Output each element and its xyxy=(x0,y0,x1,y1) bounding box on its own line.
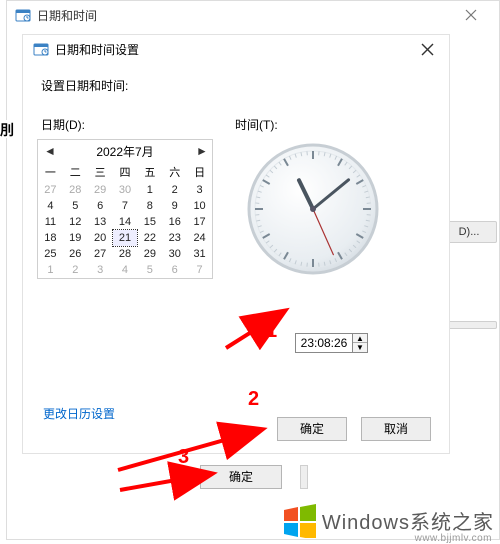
spin-down-button[interactable]: ▼ xyxy=(353,343,367,352)
calendar-day: 5 xyxy=(137,262,162,278)
calendar-icon xyxy=(33,41,49,57)
calendar-icon xyxy=(15,7,31,23)
time-label: 时间(T): xyxy=(235,116,278,133)
analog-clock xyxy=(243,139,383,279)
close-icon[interactable] xyxy=(451,4,491,26)
calendar-day[interactable]: 2 xyxy=(162,182,187,198)
calendar-day[interactable]: 9 xyxy=(162,198,187,214)
calendar-day[interactable]: 1 xyxy=(137,182,162,198)
calendar-day[interactable]: 31 xyxy=(187,246,212,262)
calendar[interactable]: ◄ 2022年7月 ► 一二三四五六日272829301234567891011… xyxy=(37,139,213,279)
calendar-day[interactable]: 10 xyxy=(187,198,212,214)
calendar-day: 3 xyxy=(88,262,113,278)
datetime-settings-dialog: 日期和时间设置 设置日期和时间: 日期(D): 时间(T): ◄ 2022年7月… xyxy=(22,34,450,454)
calendar-day[interactable]: 15 xyxy=(137,214,162,230)
watermark-text: Windows系统之家 xyxy=(322,506,494,535)
ok-button[interactable]: 确定 xyxy=(277,417,347,441)
calendar-dow: 五 xyxy=(137,162,162,182)
calendar-day[interactable]: 30 xyxy=(162,246,187,262)
prompt-text: 设置日期和时间: xyxy=(41,77,449,94)
outer-ok-button[interactable]: 确定 xyxy=(200,465,282,489)
calendar-day: 28 xyxy=(63,182,88,198)
calendar-day[interactable]: 8 xyxy=(137,198,162,214)
watermark-sub: www.bjjmlv.com xyxy=(415,533,492,544)
calendar-day[interactable]: 13 xyxy=(88,214,113,230)
outer-button-stub xyxy=(300,465,308,489)
calendar-day: 1 xyxy=(38,262,63,278)
spin-up-button[interactable]: ▲ xyxy=(353,334,367,343)
calendar-dow: 三 xyxy=(88,162,113,182)
calendar-day[interactable]: 14 xyxy=(113,214,138,230)
outer-title-text: 日期和时间 xyxy=(37,7,97,24)
calendar-header[interactable]: 2022年7月 xyxy=(96,143,153,160)
calendar-day[interactable]: 21 xyxy=(113,230,138,246)
calendar-dow: 六 xyxy=(162,162,187,182)
calendar-day[interactable]: 3 xyxy=(187,182,212,198)
calendar-day: 2 xyxy=(63,262,88,278)
truncated-label: 刖 xyxy=(0,120,16,138)
calendar-day[interactable]: 20 xyxy=(88,230,113,246)
calendar-day[interactable]: 26 xyxy=(63,246,88,262)
calendar-day[interactable]: 23 xyxy=(162,230,187,246)
next-month-button[interactable]: ► xyxy=(196,144,206,158)
calendar-day[interactable]: 4 xyxy=(38,198,63,214)
calendar-day[interactable]: 17 xyxy=(187,214,212,230)
calendar-day[interactable]: 19 xyxy=(63,230,88,246)
prev-month-button[interactable]: ◄ xyxy=(44,144,54,158)
time-spinner[interactable]: ▲ ▼ xyxy=(353,333,368,353)
calendar-dow: 四 xyxy=(113,162,138,182)
dialog-titlebar: 日期和时间设置 xyxy=(23,35,449,63)
calendar-day[interactable]: 11 xyxy=(38,214,63,230)
calendar-day[interactable]: 24 xyxy=(187,230,212,246)
calendar-day[interactable]: 27 xyxy=(88,246,113,262)
change-calendar-link[interactable]: 更改日历设置 xyxy=(43,405,115,422)
calendar-day[interactable]: 16 xyxy=(162,214,187,230)
calendar-day[interactable]: 22 xyxy=(137,230,162,246)
calendar-day[interactable]: 7 xyxy=(113,198,138,214)
calendar-day[interactable]: 28 xyxy=(113,246,138,262)
time-input[interactable]: 23:08:26 xyxy=(295,333,353,353)
calendar-day: 6 xyxy=(162,262,187,278)
calendar-day[interactable]: 5 xyxy=(63,198,88,214)
windows-logo-icon xyxy=(282,502,318,538)
calendar-day[interactable]: 18 xyxy=(38,230,63,246)
calendar-day: 7 xyxy=(187,262,212,278)
date-label: 日期(D): xyxy=(41,116,85,133)
dialog-close-button[interactable] xyxy=(415,37,439,61)
calendar-day[interactable]: 12 xyxy=(63,214,88,230)
calendar-dow: 二 xyxy=(63,162,88,182)
calendar-dow: 日 xyxy=(187,162,212,182)
dialog-title-text: 日期和时间设置 xyxy=(55,41,139,58)
calendar-day: 30 xyxy=(113,182,138,198)
calendar-day: 4 xyxy=(113,262,138,278)
cancel-button[interactable]: 取消 xyxy=(361,417,431,441)
calendar-day[interactable]: 29 xyxy=(137,246,162,262)
outer-titlebar: 日期和时间 xyxy=(7,1,499,29)
calendar-day[interactable]: 6 xyxy=(88,198,113,214)
calendar-day: 27 xyxy=(38,182,63,198)
calendar-day[interactable]: 25 xyxy=(38,246,63,262)
calendar-dow: 一 xyxy=(38,162,63,182)
calendar-day: 29 xyxy=(88,182,113,198)
